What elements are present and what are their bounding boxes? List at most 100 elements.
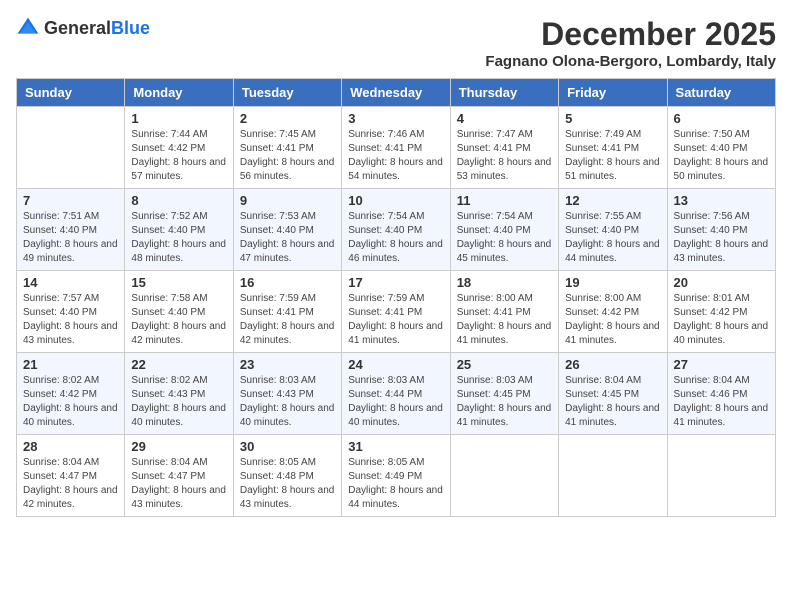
day-number: 10 bbox=[348, 193, 443, 208]
calendar-cell: 30 Sunrise: 8:05 AMSunset: 4:48 PMDayligh… bbox=[233, 435, 341, 517]
day-number: 9 bbox=[240, 193, 335, 208]
cell-info: Sunrise: 8:03 AMSunset: 4:44 PMDaylight:… bbox=[348, 374, 443, 430]
cell-info: Sunrise: 7:54 AMSunset: 4:40 PMDaylight:… bbox=[457, 210, 552, 266]
day-number: 29 bbox=[131, 439, 226, 454]
calendar-week-1: 1 Sunrise: 7:44 AMSunset: 4:42 PMDaylight… bbox=[17, 107, 776, 189]
calendar-cell: 1 Sunrise: 7:44 AMSunset: 4:42 PMDaylight… bbox=[125, 107, 233, 189]
calendar-cell: 8 Sunrise: 7:52 AMSunset: 4:40 PMDaylight… bbox=[125, 189, 233, 271]
calendar-cell: 11 Sunrise: 7:54 AMSunset: 4:40 PMDayligh… bbox=[450, 189, 558, 271]
day-number: 4 bbox=[457, 111, 552, 126]
calendar-week-2: 7Sunrise: 7:51 AMSunset: 4:40 PMDaylight… bbox=[17, 189, 776, 271]
cell-info: Sunrise: 7:56 AMSunset: 4:40 PMDaylight:… bbox=[674, 210, 769, 266]
calendar-cell: 16Sunrise: 7:59 AMSunset: 4:41 PMDayligh… bbox=[233, 271, 341, 353]
calendar-cell bbox=[450, 435, 558, 517]
day-number: 25 bbox=[457, 357, 552, 372]
cell-info: Sunrise: 8:01 AMSunset: 4:42 PMDaylight:… bbox=[674, 292, 769, 348]
logo: GeneralBlue bbox=[16, 16, 150, 40]
calendar-cell: 10 Sunrise: 7:54 AMSunset: 4:40 PMDayligh… bbox=[342, 189, 450, 271]
calendar-cell: 9 Sunrise: 7:53 AMSunset: 4:40 PMDaylight… bbox=[233, 189, 341, 271]
calendar-cell: 18Sunrise: 8:00 AMSunset: 4:41 PMDayligh… bbox=[450, 271, 558, 353]
col-thursday: Thursday bbox=[450, 79, 558, 107]
calendar-cell: 27Sunrise: 8:04 AMSunset: 4:46 PMDayligh… bbox=[667, 353, 775, 435]
cell-info: Sunrise: 7:58 AMSunset: 4:40 PMDaylight:… bbox=[131, 292, 226, 348]
col-saturday: Saturday bbox=[667, 79, 775, 107]
day-number: 6 bbox=[674, 111, 769, 126]
cell-info: Sunrise: 8:04 AMSunset: 4:47 PMDaylight:… bbox=[131, 456, 226, 512]
calendar-cell: 19Sunrise: 8:00 AMSunset: 4:42 PMDayligh… bbox=[559, 271, 667, 353]
col-monday: Monday bbox=[125, 79, 233, 107]
cell-info: Sunrise: 7:57 AMSunset: 4:40 PMDaylight:… bbox=[23, 292, 118, 348]
calendar-cell: 25 Sunrise: 8:03 AMSunset: 4:45 PMDayligh… bbox=[450, 353, 558, 435]
calendar-cell: 29 Sunrise: 8:04 AMSunset: 4:47 PMDayligh… bbox=[125, 435, 233, 517]
day-number: 23 bbox=[240, 357, 335, 372]
cell-info: Sunrise: 7:54 AMSunset: 4:40 PMDaylight:… bbox=[348, 210, 443, 266]
day-number: 20 bbox=[674, 275, 769, 290]
calendar-body: 1 Sunrise: 7:44 AMSunset: 4:42 PMDaylight… bbox=[17, 107, 776, 517]
day-number: 26 bbox=[565, 357, 660, 372]
cell-info: Sunrise: 8:00 AMSunset: 4:41 PMDaylight:… bbox=[457, 292, 552, 348]
day-number: 24 bbox=[348, 357, 443, 372]
day-number: 3 bbox=[348, 111, 443, 126]
cell-info: Sunrise: 7:47 AMSunset: 4:41 PMDaylight:… bbox=[457, 128, 552, 184]
col-wednesday: Wednesday bbox=[342, 79, 450, 107]
logo-icon bbox=[16, 16, 40, 40]
day-number: 1 bbox=[131, 111, 226, 126]
calendar-week-5: 28Sunrise: 8:04 AMSunset: 4:47 PMDayligh… bbox=[17, 435, 776, 517]
calendar-cell: 20 Sunrise: 8:01 AMSunset: 4:42 PMDayligh… bbox=[667, 271, 775, 353]
calendar-cell bbox=[17, 107, 125, 189]
cell-info: Sunrise: 8:05 AMSunset: 4:48 PMDaylight:… bbox=[240, 456, 335, 512]
col-tuesday: Tuesday bbox=[233, 79, 341, 107]
cell-info: Sunrise: 7:52 AMSunset: 4:40 PMDaylight:… bbox=[131, 210, 226, 266]
logo-general: General bbox=[44, 18, 111, 38]
logo-blue: Blue bbox=[111, 18, 150, 38]
day-number: 19 bbox=[565, 275, 660, 290]
day-number: 8 bbox=[131, 193, 226, 208]
calendar-header: Sunday Monday Tuesday Wednesday Thursday… bbox=[17, 79, 776, 107]
cell-info: Sunrise: 7:45 AMSunset: 4:41 PMDaylight:… bbox=[240, 128, 335, 184]
calendar-cell: 12 Sunrise: 7:55 AMSunset: 4:40 PMDayligh… bbox=[559, 189, 667, 271]
calendar-cell: 13 Sunrise: 7:56 AMSunset: 4:40 PMDayligh… bbox=[667, 189, 775, 271]
calendar-cell: 17Sunrise: 7:59 AMSunset: 4:41 PMDayligh… bbox=[342, 271, 450, 353]
day-number: 11 bbox=[457, 193, 552, 208]
cell-info: Sunrise: 8:02 AMSunset: 4:42 PMDaylight:… bbox=[23, 374, 118, 430]
day-number: 7 bbox=[23, 193, 118, 208]
calendar-cell: 24 Sunrise: 8:03 AMSunset: 4:44 PMDayligh… bbox=[342, 353, 450, 435]
day-number: 15 bbox=[131, 275, 226, 290]
cell-info: Sunrise: 8:03 AMSunset: 4:45 PMDaylight:… bbox=[457, 374, 552, 430]
day-number: 31 bbox=[348, 439, 443, 454]
calendar-week-4: 21 Sunrise: 8:02 AMSunset: 4:42 PMDayligh… bbox=[17, 353, 776, 435]
calendar-cell: 23 Sunrise: 8:03 AMSunset: 4:43 PMDayligh… bbox=[233, 353, 341, 435]
calendar-cell: 7Sunrise: 7:51 AMSunset: 4:40 PMDaylight… bbox=[17, 189, 125, 271]
calendar-week-3: 14 Sunrise: 7:57 AMSunset: 4:40 PMDayligh… bbox=[17, 271, 776, 353]
calendar-table: Sunday Monday Tuesday Wednesday Thursday… bbox=[16, 78, 776, 517]
calendar-cell: 6Sunrise: 7:50 AMSunset: 4:40 PMDaylight… bbox=[667, 107, 775, 189]
day-number: 30 bbox=[240, 439, 335, 454]
calendar-cell: 26 Sunrise: 8:04 AMSunset: 4:45 PMDayligh… bbox=[559, 353, 667, 435]
cell-info: Sunrise: 7:55 AMSunset: 4:40 PMDaylight:… bbox=[565, 210, 660, 266]
day-number: 14 bbox=[23, 275, 118, 290]
calendar-cell bbox=[559, 435, 667, 517]
calendar-cell: 15 Sunrise: 7:58 AMSunset: 4:40 PMDayligh… bbox=[125, 271, 233, 353]
cell-info: Sunrise: 8:04 AMSunset: 4:46 PMDaylight:… bbox=[674, 374, 769, 430]
day-number: 12 bbox=[565, 193, 660, 208]
day-number: 21 bbox=[23, 357, 118, 372]
cell-info: Sunrise: 8:02 AMSunset: 4:43 PMDaylight:… bbox=[131, 374, 226, 430]
logo-text: GeneralBlue bbox=[44, 18, 150, 39]
cell-info: Sunrise: 7:46 AMSunset: 4:41 PMDaylight:… bbox=[348, 128, 443, 184]
cell-info: Sunrise: 8:04 AMSunset: 4:47 PMDaylight:… bbox=[23, 456, 118, 512]
cell-info: Sunrise: 8:03 AMSunset: 4:43 PMDaylight:… bbox=[240, 374, 335, 430]
day-number: 16 bbox=[240, 275, 335, 290]
calendar-cell: 2Sunrise: 7:45 AMSunset: 4:41 PMDaylight… bbox=[233, 107, 341, 189]
cell-info: Sunrise: 7:44 AMSunset: 4:42 PMDaylight:… bbox=[131, 128, 226, 184]
calendar-cell: 28Sunrise: 8:04 AMSunset: 4:47 PMDayligh… bbox=[17, 435, 125, 517]
calendar-cell: 22 Sunrise: 8:02 AMSunset: 4:43 PMDayligh… bbox=[125, 353, 233, 435]
cell-info: Sunrise: 7:53 AMSunset: 4:40 PMDaylight:… bbox=[240, 210, 335, 266]
day-number: 5 bbox=[565, 111, 660, 126]
cell-info: Sunrise: 8:04 AMSunset: 4:45 PMDaylight:… bbox=[565, 374, 660, 430]
cell-info: Sunrise: 8:05 AMSunset: 4:49 PMDaylight:… bbox=[348, 456, 443, 512]
calendar-cell: 4 Sunrise: 7:47 AMSunset: 4:41 PMDaylight… bbox=[450, 107, 558, 189]
day-number: 13 bbox=[674, 193, 769, 208]
calendar-cell bbox=[667, 435, 775, 517]
title-block: December 2025 Fagnano Olona-Bergoro, Lom… bbox=[485, 16, 776, 70]
day-number: 22 bbox=[131, 357, 226, 372]
